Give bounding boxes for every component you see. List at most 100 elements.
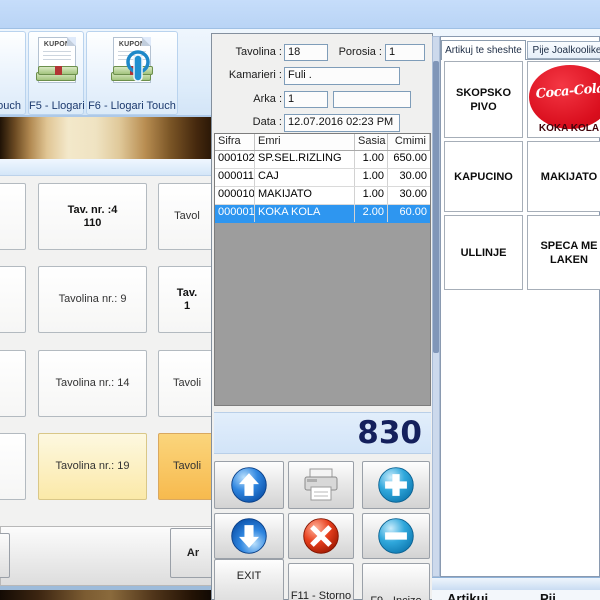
storno-button[interactable]: F11 - Storno (288, 563, 354, 600)
cell-sifra: 000010 (215, 187, 255, 204)
vertical-scrollbar[interactable] (432, 36, 440, 577)
scrollbar-thumb[interactable] (433, 61, 439, 353)
cell-cmimi: 30.00 (388, 187, 430, 204)
ribbon-button-label: F5 - Llogari (29, 100, 83, 112)
product-label: ULLINJE (461, 246, 507, 260)
data-field[interactable]: 12.07.2016 02:23 PM (284, 114, 400, 132)
data-label: Data : (220, 116, 282, 128)
arka-label: Arka : (220, 93, 282, 105)
ribbon-button-partial-touch[interactable]: Touch (0, 31, 26, 115)
table-row[interactable]: 000010 MAKIJATO 1.00 30.00 (215, 187, 430, 205)
table-button-partial[interactable] (0, 350, 26, 417)
money-stack-icon (34, 61, 82, 81)
tavolina-field[interactable]: 18 (284, 44, 328, 61)
product-button-koka-kola[interactable]: Coca-Cola KOKA KOLA (527, 61, 600, 138)
table-button-partial[interactable] (0, 266, 26, 333)
cell-sifra: 000102 (215, 151, 255, 168)
grid-header-row: Sifra Emri Sasia Cmimi (215, 134, 430, 151)
cell-emri: MAKIJATO (255, 187, 355, 204)
product-label: KAPUCINO (454, 170, 513, 184)
right-bottom-section: Artikuj Pij (432, 590, 600, 600)
bottom-bar-button-clipped[interactable]: Ar (170, 528, 216, 578)
kamarieri-field[interactable]: Fuli . (284, 67, 400, 85)
ribbon-button-label: Touch (0, 100, 25, 112)
table-button-label: 110 (84, 217, 102, 230)
bottom-bar-button-partial[interactable] (0, 533, 10, 578)
total-value: 830 (357, 415, 422, 451)
product-button-speca-me-laken[interactable]: SPECA ME LAKEN (527, 215, 600, 290)
cell-sasia: 1.00 (355, 187, 388, 204)
ribbon-button-f5-llogari[interactable]: KUPON F5 - Llogari (28, 31, 84, 115)
column-header-emri[interactable]: Emri (255, 134, 355, 150)
product-button-ullinje[interactable]: ULLINJE (444, 215, 523, 290)
table-row[interactable]: 000011 CAJ 1.00 30.00 (215, 169, 430, 187)
ribbon-button-f6-llogari-touch[interactable]: KUPON F6 - Llogari Touch (86, 31, 178, 115)
table-button-tav-14[interactable]: Tavolina nr.: 14 (38, 350, 147, 417)
add-item-button[interactable] (362, 461, 430, 509)
cancel-icon (301, 516, 341, 556)
arka-field[interactable]: 1 (284, 91, 328, 108)
product-label: KOKA KOLA (528, 122, 600, 136)
table-button-tav-19[interactable]: Tavolina nr.: 19 (38, 433, 147, 500)
minus-icon (376, 516, 416, 556)
table-button-partial[interactable] (0, 433, 26, 500)
table-button-tav-9[interactable]: Tavolina nr.: 9 (38, 266, 147, 333)
product-button-skopsko-pivo[interactable]: SKOPSKO PIVO (444, 61, 523, 138)
tab-pije-joalkoolike[interactable]: Pije Joalkoolike (527, 41, 600, 59)
cell-cmimi: 30.00 (388, 169, 430, 186)
table-button-label: Tavol (174, 210, 200, 223)
table-row-selected[interactable]: 000001 KOKA KOLA 2.00 60.00 (215, 205, 430, 223)
product-button-makijato[interactable]: MAKIJATO (527, 141, 600, 212)
cell-sifra: 000001 (215, 205, 255, 222)
tavolina-label: Tavolina : (220, 46, 282, 58)
column-header-sasia[interactable]: Sasia (355, 134, 388, 150)
delete-item-button[interactable] (288, 513, 354, 559)
column-header-sifra[interactable]: Sifra (215, 134, 255, 150)
tab-artikuj-te-sheshte[interactable]: Artikuj te sheshte (441, 40, 526, 60)
cell-cmimi: 60.00 (388, 205, 430, 222)
product-label: SPECA ME LAKEN (530, 239, 600, 267)
porosia-field[interactable]: 1 (385, 44, 425, 61)
column-header-cmimi[interactable]: Cmimi (388, 134, 430, 150)
move-up-button[interactable] (214, 461, 284, 509)
tab-label: Artikuj te sheshte (445, 45, 522, 56)
table-button-label: Tavolina nr.: 19 (56, 460, 130, 473)
exit-button[interactable]: EXIT (214, 559, 284, 600)
move-down-button[interactable] (214, 513, 284, 559)
table-button-clipped[interactable]: Tavoli (158, 350, 216, 417)
remove-item-button[interactable] (362, 513, 430, 559)
tables-header-strip (0, 159, 213, 176)
table-button-label: Tavoli (173, 460, 201, 473)
table-button-label: Tavoli (173, 377, 201, 390)
table-button-clipped[interactable]: Tavoli (158, 433, 216, 500)
cell-sasia: 2.00 (355, 205, 388, 222)
app-window: Touch KUPON F5 - Llogari KUPON (0, 0, 600, 600)
bottom-bar-button-label: Ar (187, 547, 199, 559)
bottom-fragment-artikuj: Artikuj (447, 591, 488, 600)
order-items-grid: Sifra Emri Sasia Cmimi 000102 SP.SEL.RIZ… (214, 133, 431, 406)
table-button-clipped[interactable]: Tavol (158, 183, 216, 250)
print-button[interactable] (288, 461, 354, 509)
table-button-clipped[interactable]: Tav. 1 (158, 266, 216, 333)
tab-label: Pije Joalkoolike (533, 45, 600, 56)
incizo-button[interactable]: F9 - Incizo (362, 563, 430, 600)
cell-cmimi: 650.00 (388, 151, 430, 168)
up-arrow-icon (229, 465, 269, 505)
title-band (0, 0, 600, 28)
storno-button-label: F11 - Storno (289, 590, 353, 600)
table-button-tav-4[interactable]: Tav. nr. :4 110 (38, 183, 147, 250)
table-button-partial[interactable] (0, 183, 26, 250)
table-button-label: Tavolina nr.: 14 (56, 377, 130, 390)
table-button-label: Tav. (177, 287, 197, 300)
cell-emri: CAJ (255, 169, 355, 186)
order-panel: Tavolina : 18 Porosia : 1 Kamarieri : Fu… (211, 33, 433, 600)
coca-cola-script-text: Coca-Cola (529, 81, 600, 102)
kupon-receipt-icon: KUPON (38, 37, 76, 83)
ribbon-button-label: F6 - Llogari Touch (87, 100, 177, 112)
product-button-kapucino[interactable]: KAPUCINO (444, 141, 523, 212)
table-row[interactable]: 000102 SP.SEL.RIZLING 1.00 650.00 (215, 151, 430, 169)
arka-secondary-field[interactable] (333, 91, 411, 108)
product-label: MAKIJATO (541, 170, 597, 184)
cell-sifra: 000011 (215, 169, 255, 186)
plus-icon (376, 465, 416, 505)
